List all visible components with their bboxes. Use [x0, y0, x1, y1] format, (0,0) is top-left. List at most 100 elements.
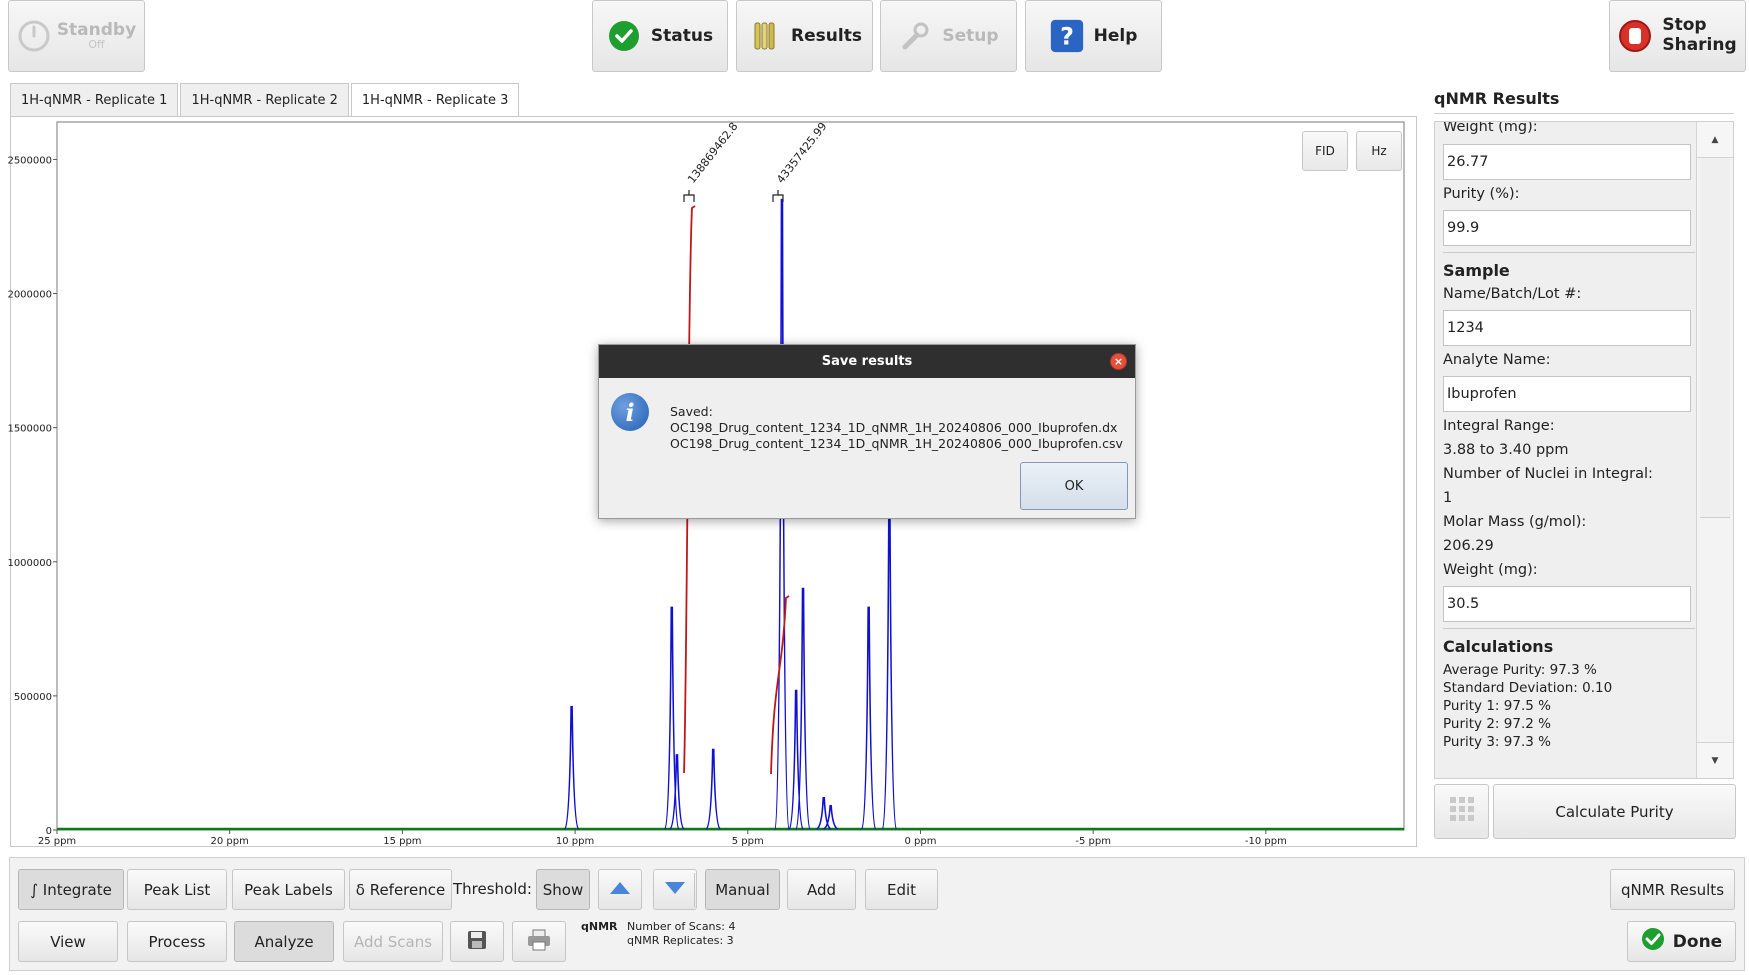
spectrum-peak	[795, 587, 811, 830]
x-tick-label: -10 ppm	[1245, 836, 1287, 847]
reference-button[interactable]: δ Reference	[349, 869, 452, 910]
name-batch-field[interactable]: 1234	[1443, 310, 1691, 346]
print-button[interactable]	[512, 921, 566, 962]
x-tick-label: 15 ppm	[383, 836, 421, 847]
edit-button[interactable]: Edit	[865, 869, 938, 910]
calc-purity-3: Purity 3: 97.3 %	[1443, 734, 1551, 750]
x-tick-label: 25 ppm	[38, 836, 76, 847]
threshold-label: Threshold:	[453, 880, 532, 898]
separator	[1443, 252, 1695, 253]
scroll-down-arrow-icon[interactable]: ▼	[1697, 742, 1733, 778]
dialog-line-dx: OC198_Drug_content_1234_1D_qNMR_1H_20240…	[670, 420, 1118, 435]
purity-field[interactable]: 99.9	[1443, 210, 1691, 246]
x-tick-label: 5 ppm	[732, 836, 764, 847]
scroll-up-arrow-icon[interactable]: ▲	[1697, 122, 1733, 158]
spectrum-peak	[881, 493, 898, 830]
qnmr-results-title: qNMR Results	[1434, 89, 1560, 108]
scroll-thumb[interactable]	[1700, 158, 1730, 518]
calculate-purity-button[interactable]: Calculate Purity	[1493, 784, 1736, 839]
process-button[interactable]: Process	[127, 921, 227, 962]
close-icon[interactable]: ×	[1110, 353, 1127, 370]
view-button[interactable]: View	[18, 921, 118, 962]
save-button[interactable]	[450, 921, 504, 962]
dialog-message: Saved: OC198_Drug_content_1234_1D_qNMR_1…	[670, 404, 1123, 452]
stop-sharing-line2: Sharing	[1662, 35, 1737, 55]
floppy-disk-icon	[467, 930, 487, 954]
panel-divider	[1434, 113, 1734, 114]
separator	[1443, 628, 1695, 629]
dialog-title: Save results	[821, 354, 913, 369]
molar-mass-label: Molar Mass (g/mol):	[1443, 514, 1587, 530]
done-label: Done	[1672, 931, 1723, 952]
dialog-line-csv: OC198_Drug_content_1234_1D_qNMR_1H_20240…	[670, 436, 1123, 451]
peak-labels-button[interactable]: Peak Labels	[232, 869, 345, 910]
panel-scrollbar[interactable]: ▲ ▼	[1696, 122, 1733, 778]
keypad-button[interactable]	[1434, 784, 1489, 839]
threshold-show-button[interactable]: Show	[536, 869, 590, 910]
x-tick-label: -5 ppm	[1075, 836, 1111, 847]
number-of-scans: Number of Scans: 4	[627, 920, 736, 933]
integrate-button[interactable]: ∫ Integrate	[18, 869, 124, 910]
spectrum-peak	[705, 748, 721, 830]
toolbar-separator	[694, 873, 695, 907]
spectrum-peak	[860, 606, 877, 830]
keypad-icon	[1448, 795, 1476, 829]
y-tick-label: 2000000	[7, 290, 52, 301]
fid-button[interactable]: FID	[1302, 131, 1348, 171]
analyze-button[interactable]: Analyze	[234, 921, 334, 962]
bottom-toolbar: ∫ Integrate Peak List Peak Labels δ Refe…	[9, 857, 1745, 971]
triangle-down-icon	[664, 881, 686, 899]
qnmr-results-button[interactable]: qNMR Results	[1610, 869, 1735, 910]
stop-sharing-button[interactable]: Stop Sharing	[1609, 0, 1746, 72]
qnmr-replicates: qNMR Replicates: 3	[627, 934, 734, 947]
integral-label: 43357425.99	[774, 120, 829, 186]
qnmr-tag: qNMR	[581, 920, 618, 933]
analyte-label: Analyte Name:	[1443, 352, 1551, 368]
spectrum-peak	[663, 606, 680, 830]
nuclei-label: Number of Nuclei in Integral:	[1443, 466, 1653, 482]
add-button[interactable]: Add	[787, 869, 856, 910]
weight-top-label: Weight (mg):	[1443, 121, 1538, 135]
weight-field[interactable]: 30.5	[1443, 586, 1691, 622]
analyte-field[interactable]: Ibuprofen	[1443, 376, 1691, 412]
calc-purity-1: Purity 1: 97.5 %	[1443, 698, 1551, 714]
y-tick-label: 2500000	[7, 155, 52, 166]
integral-range-label: Integral Range:	[1443, 418, 1555, 434]
threshold-down-button[interactable]	[653, 869, 697, 910]
y-tick-label: 1000000	[7, 558, 52, 569]
integral-range-value: 3.88 to 3.40 ppm	[1443, 442, 1569, 458]
weight-top-field[interactable]: 26.77	[1443, 144, 1691, 180]
molar-mass-value: 206.29	[1443, 538, 1494, 554]
y-tick-label: 1500000	[7, 424, 52, 435]
x-tick-label: 10 ppm	[556, 836, 594, 847]
weight-label: Weight (mg):	[1443, 562, 1538, 578]
integral-bracket	[683, 190, 695, 202]
calculations-heading: Calculations	[1443, 637, 1554, 656]
add-scans-button[interactable]: Add Scans	[343, 921, 443, 962]
calc-purity-2: Purity 2: 97.2 %	[1443, 716, 1551, 732]
y-tick-label: 500000	[14, 692, 52, 703]
threshold-up-button[interactable]	[598, 869, 642, 910]
info-icon: i	[611, 393, 649, 431]
hz-button[interactable]: Hz	[1356, 131, 1402, 171]
x-tick-label: 0 ppm	[904, 836, 936, 847]
done-button[interactable]: Done	[1627, 921, 1736, 962]
integral-label: 138869462.8	[685, 120, 740, 186]
peak-list-button[interactable]: Peak List	[127, 869, 227, 910]
nuclei-value: 1	[1443, 490, 1453, 506]
x-tick-label: 20 ppm	[211, 836, 249, 847]
stop-sharing-line1: Stop	[1662, 15, 1707, 36]
name-batch-label: Name/Batch/Lot #:	[1443, 286, 1582, 302]
sample-heading: Sample	[1443, 261, 1510, 280]
triangle-up-icon	[609, 881, 631, 899]
dialog-line-saved: Saved:	[670, 404, 713, 419]
manual-button[interactable]: Manual	[705, 869, 780, 910]
ok-button[interactable]: OK	[1020, 462, 1128, 510]
ok-label: OK	[1064, 478, 1084, 494]
stop-hand-icon	[1618, 19, 1652, 53]
calc-average-purity: Average Purity: 97.3 %	[1443, 662, 1597, 678]
purity-label: Purity (%):	[1443, 186, 1520, 202]
check-icon	[1641, 927, 1665, 956]
spectrum-peak	[563, 705, 580, 830]
dialog-titlebar: Save results ×	[599, 345, 1135, 378]
